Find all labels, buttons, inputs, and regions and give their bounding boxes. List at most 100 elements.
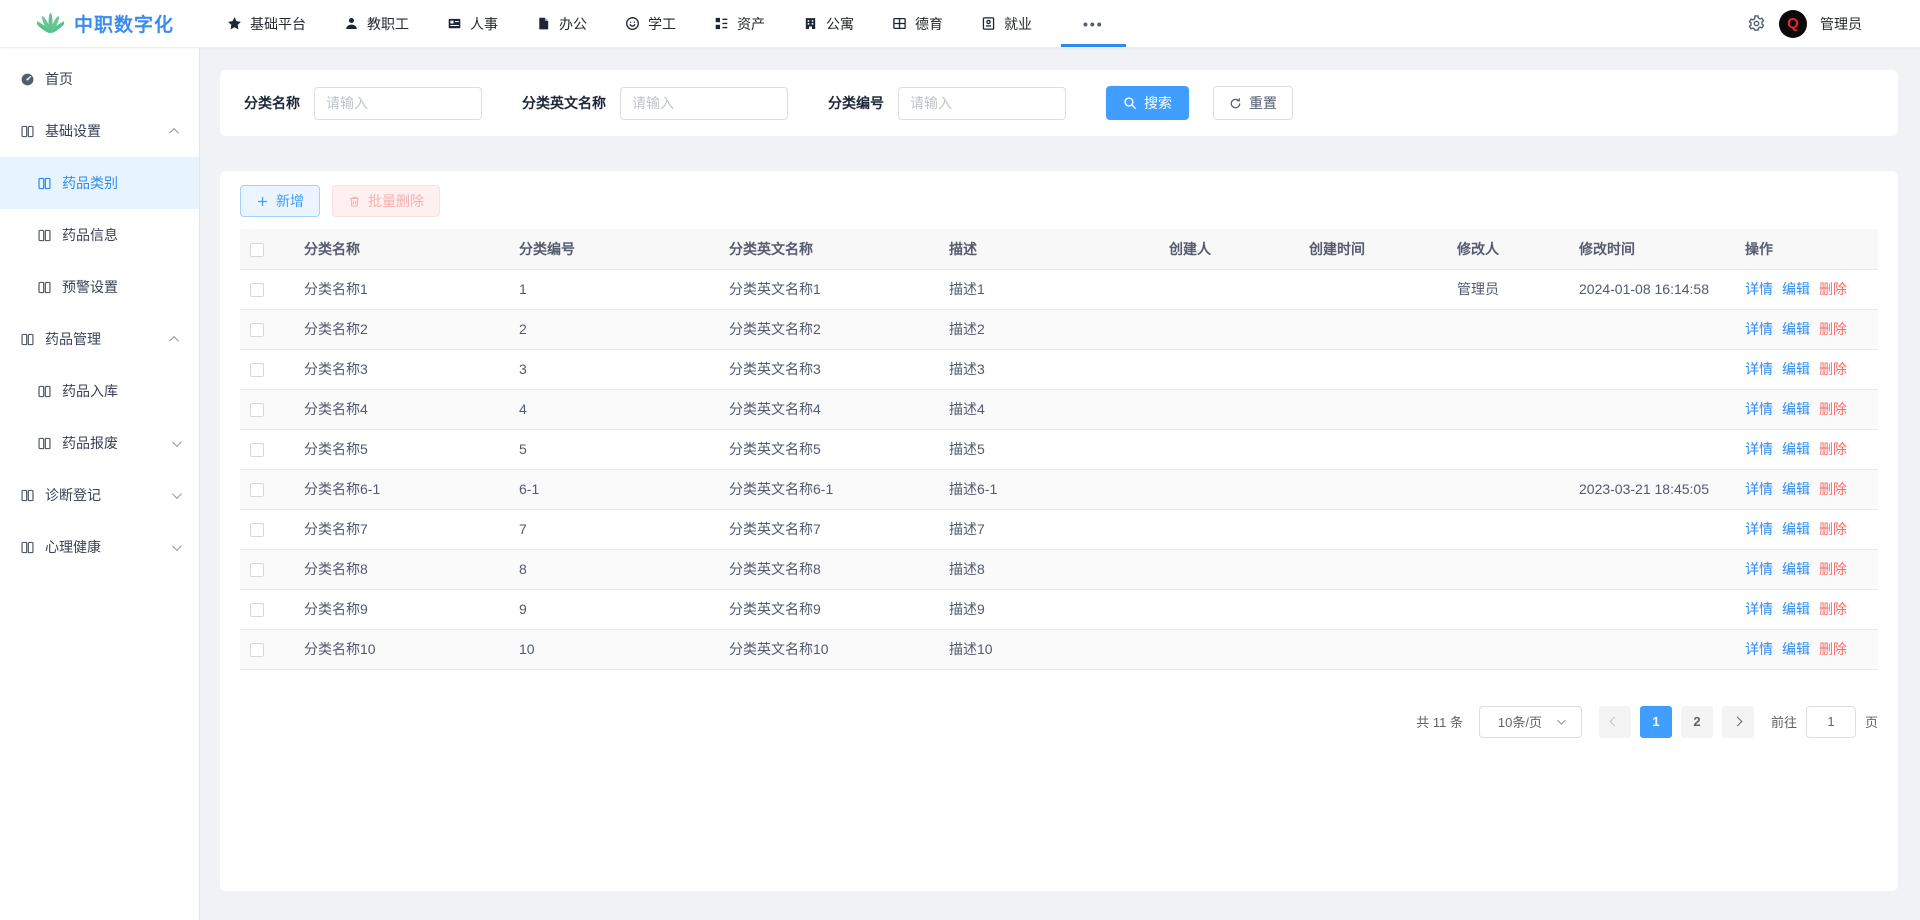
edit-link[interactable]: 编辑 [1782,521,1810,537]
cell-create-time [1299,349,1447,390]
delete-link[interactable]: 删除 [1819,521,1847,537]
nav-more-button[interactable]: ••• [1051,0,1136,47]
delete-link[interactable]: 删除 [1819,401,1847,417]
sidebar-item-label: 首页 [45,71,73,87]
sidebar-item-5[interactable]: 预警设置 [0,261,199,313]
reset-button[interactable]: 重置 [1213,86,1293,120]
search-field-input-2[interactable] [620,86,788,120]
cell-checkbox [240,549,294,590]
delete-link[interactable]: 删除 [1819,481,1847,497]
chevron-down-icon [1557,715,1566,725]
delete-link[interactable]: 删除 [1819,561,1847,577]
detail-link[interactable]: 详情 [1745,561,1773,577]
cell-en-name: 分类英文名称3 [719,349,939,390]
row-checkbox[interactable] [250,403,264,418]
edit-link[interactable]: 编辑 [1782,361,1810,377]
admin-name[interactable]: 管理员 [1820,14,1862,34]
nav-item-8[interactable]: 德育 [873,0,962,47]
row-checkbox[interactable] [250,483,264,498]
goto-page-input[interactable] [1805,705,1856,738]
cell-creator [1159,309,1299,350]
search-button[interactable]: 搜索 [1106,86,1189,120]
edit-link[interactable]: 编辑 [1782,321,1810,337]
detail-link[interactable]: 详情 [1745,361,1773,377]
delete-link[interactable]: 删除 [1819,641,1847,657]
book-icon [37,436,52,451]
sidebar-item-7[interactable]: 药品入库 [0,365,199,417]
sidebar-item-1[interactable]: 首页 [0,53,199,105]
nav-item-2[interactable]: 教职工 [325,0,428,47]
detail-link[interactable]: 详情 [1745,481,1773,497]
detail-link[interactable]: 详情 [1745,641,1773,657]
sidebar-item-6[interactable]: 药品管理 [0,313,199,365]
cell-checkbox [240,349,294,390]
delete-link[interactable]: 删除 [1819,361,1847,377]
detail-link[interactable]: 详情 [1745,321,1773,337]
sidebar-item-8[interactable]: 药品报废 [0,417,199,469]
select-all-checkbox[interactable] [250,242,264,257]
edit-link[interactable]: 编辑 [1782,281,1810,297]
edit-link[interactable]: 编辑 [1782,401,1810,417]
sidebar-item-4[interactable]: 药品信息 [0,209,199,261]
brand[interactable]: 中职数字化 [0,0,200,47]
cell-en-name: 分类英文名称5 [719,429,939,470]
nav-item-9[interactable]: 就业 [962,0,1051,47]
delete-link[interactable]: 删除 [1819,441,1847,457]
sidebar-item-label: 药品入库 [62,383,118,399]
total-count: 共 11 条 [1416,715,1463,730]
row-checkbox[interactable] [250,643,264,658]
detail-link[interactable]: 详情 [1745,601,1773,617]
detail-link[interactable]: 详情 [1745,401,1773,417]
chevron-down-icon [171,436,182,447]
nav-item-5[interactable]: 学工 [606,0,695,47]
detail-link[interactable]: 详情 [1745,441,1773,457]
search-field-input-1[interactable] [314,86,482,120]
row-checkbox[interactable] [250,283,264,298]
detail-link[interactable]: 详情 [1745,521,1773,537]
row-checkbox[interactable] [250,523,264,538]
sidebar-item-2[interactable]: 基础设置 [0,105,199,157]
cell-code: 4 [509,389,719,430]
edit-link[interactable]: 编辑 [1782,481,1810,497]
page-size-select[interactable]: 10条/页 [1478,705,1582,738]
nav-item-1[interactable]: 基础平台 [208,0,325,47]
sidebar-item-3[interactable]: 药品类别 [0,157,199,209]
header-right: Q 管理员 [1747,0,1920,47]
nav-item-7[interactable]: 公寓 [784,0,873,47]
row-checkbox[interactable] [250,363,264,378]
page-button-2[interactable]: 2 [1680,705,1713,738]
nav-item-3[interactable]: 人事 [428,0,517,47]
next-page-button[interactable] [1721,705,1754,738]
row-checkbox[interactable] [250,443,264,458]
book-icon [20,488,35,503]
row-checkbox[interactable] [250,563,264,578]
search-field-input-3[interactable] [898,86,1066,120]
settings-gear-icon[interactable] [1747,14,1766,33]
nav-item-6[interactable]: 资产 [695,0,784,47]
sidebar-item-10[interactable]: 心理健康 [0,521,199,573]
detail-link[interactable]: 详情 [1745,281,1773,297]
batch-delete-button[interactable]: 批量删除 [332,185,440,217]
avatar[interactable]: Q [1779,9,1807,38]
book-icon [20,332,35,347]
search-field-label: 分类英文名称 [522,95,606,111]
cell-ops: 详情 编辑 删除 [1735,589,1878,630]
prev-page-button[interactable] [1598,705,1631,738]
edit-link[interactable]: 编辑 [1782,441,1810,457]
chevron-left-icon [1610,716,1620,727]
row-checkbox[interactable] [250,603,264,618]
delete-link[interactable]: 删除 [1819,281,1847,297]
row-checkbox[interactable] [250,323,264,338]
edit-link[interactable]: 编辑 [1782,641,1810,657]
cell-en-name: 分类英文名称6-1 [719,469,939,510]
nav-item-label: 人事 [470,15,498,32]
edit-link[interactable]: 编辑 [1782,561,1810,577]
delete-link[interactable]: 删除 [1819,601,1847,617]
nav-item-4[interactable]: 办公 [517,0,606,47]
add-button[interactable]: 新增 [240,185,320,217]
delete-link[interactable]: 删除 [1819,321,1847,337]
sidebar-item-9[interactable]: 诊断登记 [0,469,199,521]
edit-link[interactable]: 编辑 [1782,601,1810,617]
column-header-7: 修改人 [1447,229,1569,270]
page-button-1[interactable]: 1 [1639,705,1672,738]
